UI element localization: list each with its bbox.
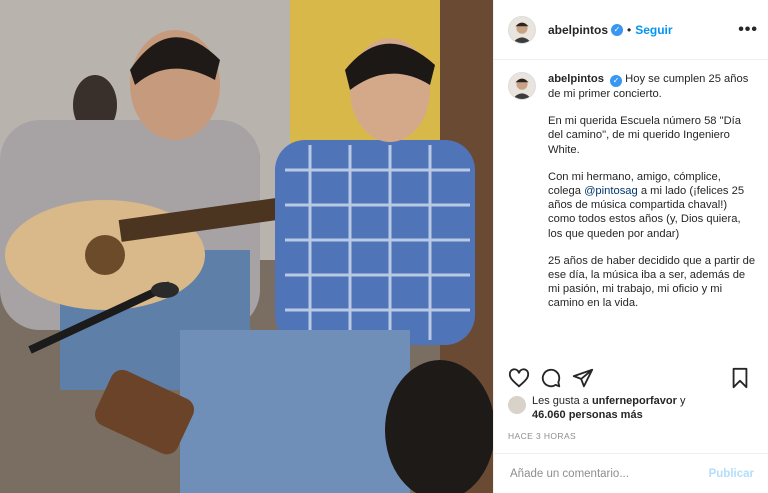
liker-avatar[interactable] (508, 396, 526, 414)
publish-button[interactable]: Publicar (709, 468, 754, 480)
share-icon[interactable] (572, 367, 594, 389)
mention-link[interactable]: @pintosag (584, 185, 638, 197)
likes-prefix: Les gusta a (532, 395, 592, 407)
caption-paragraph-4: 25 años de haber decidido que a partir d… (548, 254, 756, 310)
action-bar (508, 365, 750, 391)
post-timestamp[interactable]: HACE 3 HORAS (508, 431, 576, 441)
post-side-panel: abelpintos ✓ • Seguir ••• abelpintos ✓ H… (493, 0, 768, 493)
likes-count[interactable]: 46.060 personas más (532, 409, 643, 421)
caption-username[interactable]: abelpintos (548, 73, 604, 85)
bookmark-icon[interactable] (730, 367, 750, 389)
post-header: abelpintos ✓ • Seguir ••• (494, 0, 768, 60)
caption: abelpintos ✓ Hoy se cumplen 25 años de m… (508, 72, 756, 360)
username[interactable]: abelpintos (548, 23, 608, 37)
caption-avatar-image (512, 78, 532, 99)
caption-verified-icon: ✓ (610, 75, 623, 87)
comment-icon[interactable] (540, 367, 562, 389)
post-photo[interactable] (0, 0, 493, 493)
avatar[interactable] (508, 15, 536, 44)
more-icon[interactable]: ••• (738, 21, 758, 39)
instagram-post: abelpintos ✓ • Seguir ••• abelpintos ✓ H… (0, 0, 768, 493)
post-photo-illustration (0, 0, 493, 493)
comment-bar: Publicar (494, 453, 768, 493)
follow-button[interactable]: Seguir (635, 23, 672, 37)
avatar-image (512, 22, 532, 43)
separator-dot: • (627, 22, 632, 37)
liker-username[interactable]: unferneporfavor (592, 395, 677, 407)
heart-icon[interactable] (508, 367, 530, 389)
caption-paragraph-2: En mi querida Escuela número 58 "Día del… (548, 115, 742, 156)
comment-input[interactable] (508, 466, 709, 481)
caption-text: abelpintos ✓ Hoy se cumplen 25 años de m… (548, 72, 756, 360)
verified-icon: ✓ (611, 23, 624, 36)
likes-connector: y (676, 395, 686, 407)
caption-avatar[interactable] (508, 72, 536, 100)
likes-summary: Les gusta a unferneporfavor y 46.060 per… (508, 394, 758, 422)
